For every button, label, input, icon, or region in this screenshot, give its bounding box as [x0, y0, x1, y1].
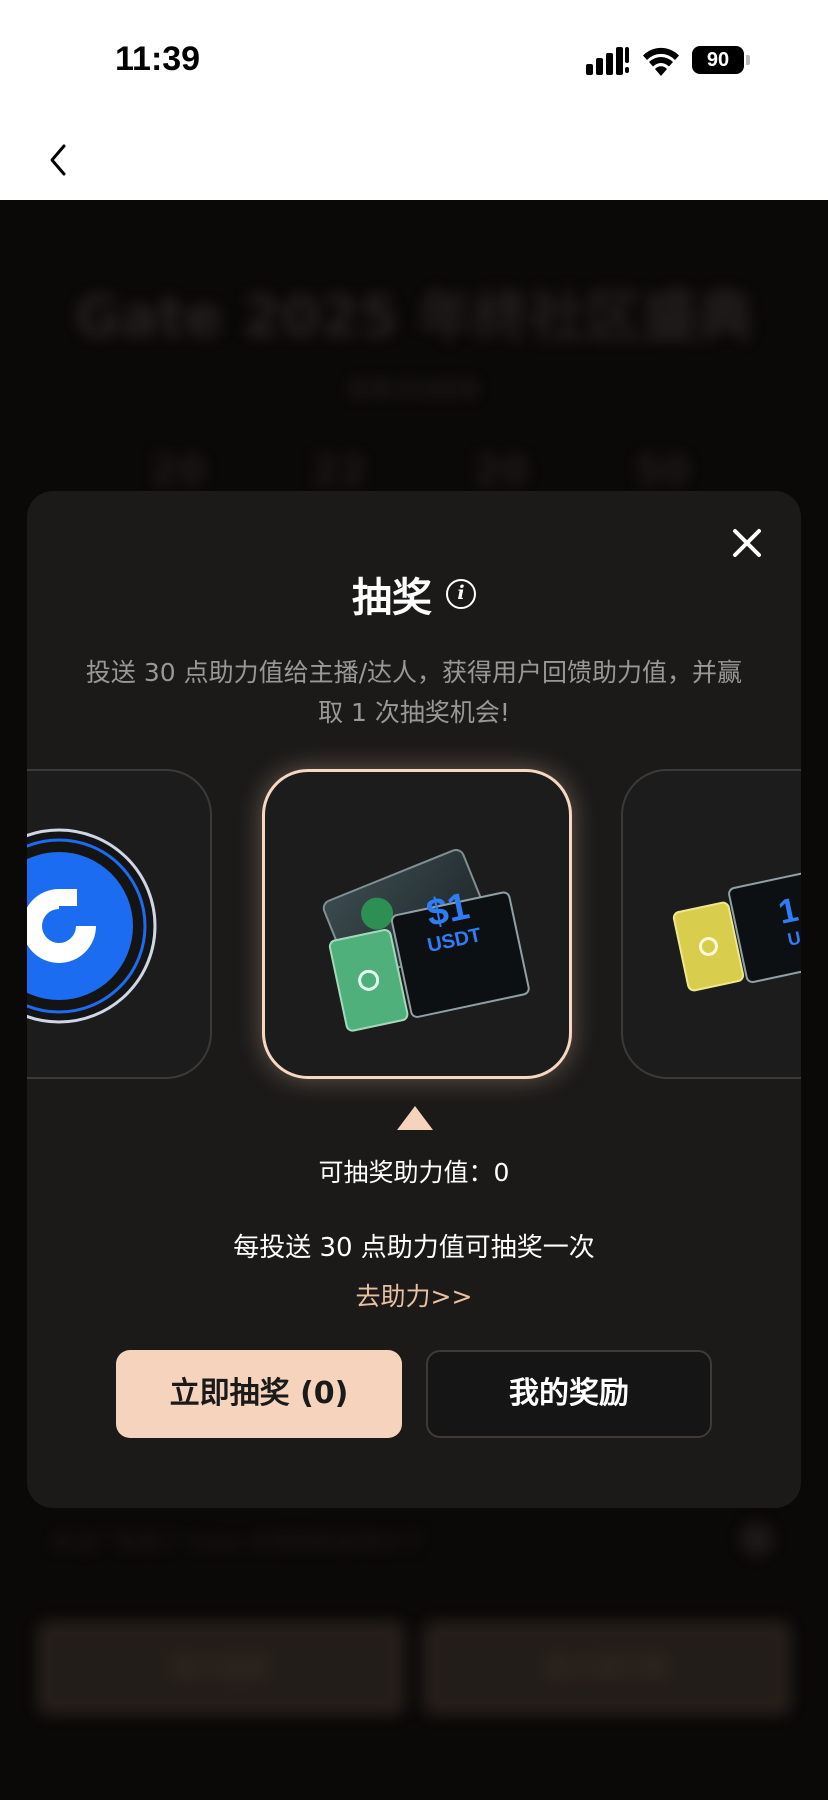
- lottery-modal: 抽奖 i 投送 30 点助力值给主播/达人，获得用户回馈助力值，并赢取 1 次抽…: [27, 491, 801, 1508]
- status-time: 11:39: [115, 40, 201, 78]
- nav-bar: [0, 120, 828, 200]
- background-notice: 关注广告商了 Gate 对领奖机会有分了: [50, 1531, 425, 1556]
- modal-description: 投送 30 点助力值给主播/达人，获得用户回馈助力值，并赢取 1 次抽奖机会!: [85, 658, 743, 727]
- background-left-button: 助力抽奖: [36, 1620, 406, 1716]
- background-subtitle: 距离活动结束: [347, 378, 480, 403]
- modal-header: 抽奖 i: [27, 565, 801, 623]
- go-support-link[interactable]: 去助力>>: [27, 1277, 801, 1313]
- signal-icon: [586, 47, 629, 75]
- info-icon[interactable]: i: [446, 579, 476, 609]
- modal-title: 抽奖: [352, 575, 432, 621]
- countdown-value: 22: [311, 448, 368, 494]
- yellow-voucher-icon: [672, 864, 801, 992]
- my-rewards-button[interactable]: 我的奖励: [426, 1350, 712, 1438]
- background-right-button: 助力排行榜: [422, 1620, 792, 1716]
- draw-rule: 每投送 30 点助力值可抽奖一次: [233, 1233, 595, 1263]
- background-title: Gate 2025 年终社区盛典: [74, 285, 754, 350]
- countdown-value: 20: [472, 448, 529, 494]
- gate-coin-icon: [27, 828, 157, 1024]
- background-notice-icon: [740, 1522, 774, 1556]
- chevron-left-icon[interactable]: [40, 138, 80, 182]
- countdown-value: 20: [150, 448, 206, 494]
- draw-now-button[interactable]: 立即抽奖 (0): [116, 1350, 402, 1438]
- prize-card-yellow-voucher: 1 U: [621, 769, 801, 1079]
- prize-card-usdt-voucher[interactable]: $1 USDT: [262, 769, 572, 1079]
- close-icon[interactable]: [729, 525, 765, 561]
- voucher-currency: U: [785, 927, 801, 950]
- battery-icon: 90: [692, 46, 744, 74]
- status-bar: 11:39 90: [0, 0, 828, 120]
- available-points: 可抽奖助力值：0: [318, 1158, 510, 1187]
- wifi-icon: [643, 47, 679, 76]
- countdown-value: 50: [634, 448, 690, 494]
- usdt-voucher-icon: [322, 848, 530, 1032]
- battery-tip: [746, 55, 750, 65]
- prize-card-gate-coin: [27, 769, 212, 1079]
- background-countdown: 20 22 20 50: [150, 448, 690, 494]
- selection-pointer-icon: [397, 1106, 433, 1130]
